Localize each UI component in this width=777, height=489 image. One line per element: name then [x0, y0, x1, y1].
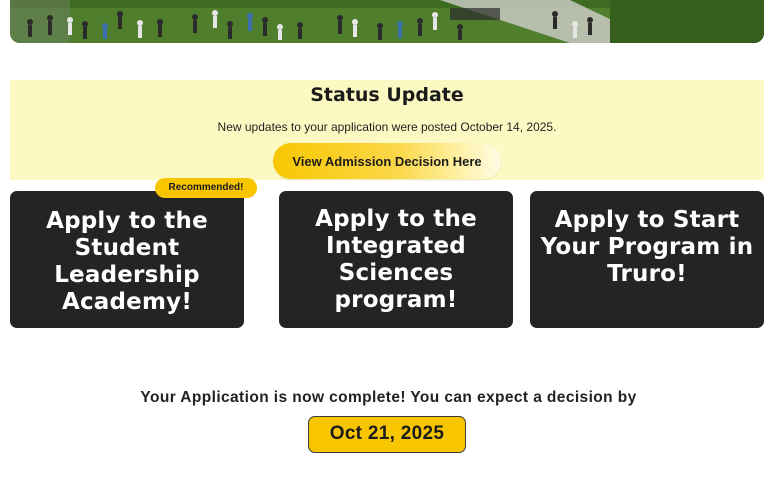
application-status-page: Status Update New updates to your applic…: [0, 0, 777, 489]
campus-photo-illustration: [10, 0, 764, 43]
integrated-sciences-card[interactable]: Apply to the Integrated Sciences program…: [279, 191, 513, 328]
decision-date-badge: Oct 21, 2025: [308, 416, 466, 453]
student-leadership-academy-card[interactable]: Apply to the Student Leadership Academy!: [10, 191, 244, 328]
card-label: Apply to the Integrated Sciences program…: [315, 205, 477, 313]
card-label: Apply to Start Your Program in Truro!: [540, 207, 754, 287]
truro-program-card[interactable]: Apply to Start Your Program in Truro!: [530, 191, 764, 328]
view-admission-decision-button[interactable]: View Admission Decision Here: [273, 143, 501, 179]
status-message: New updates to your application were pos…: [217, 120, 557, 134]
campus-hero-image: [10, 0, 764, 43]
status-title: Status Update: [310, 84, 464, 106]
recommended-badge: Recommended!: [155, 178, 257, 198]
application-complete-message: Your Application is now complete! You ca…: [140, 389, 637, 406]
status-update-banner: Status Update New updates to your applic…: [10, 80, 764, 180]
card-label: Apply to the Student Leadership Academy!: [46, 207, 208, 315]
